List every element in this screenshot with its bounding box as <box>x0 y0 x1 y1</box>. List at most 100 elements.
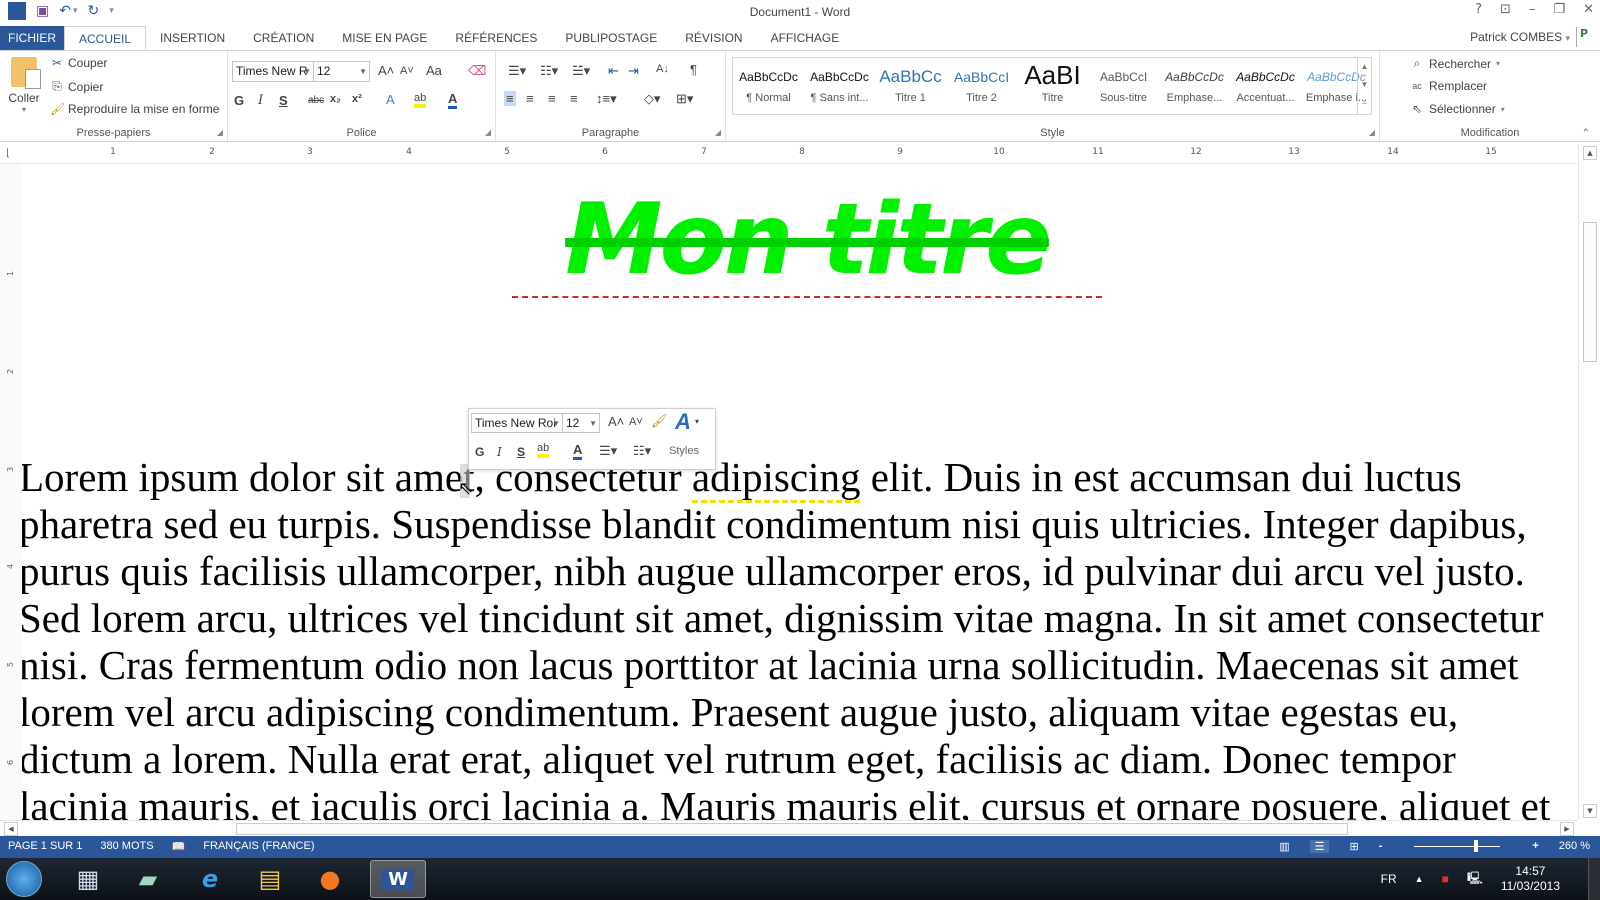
proofing-icon[interactable]: 📖 <box>172 840 186 853</box>
borders-icon[interactable]: ⊞▾ <box>676 91 693 107</box>
tab-fichier[interactable]: FICHIER <box>0 26 64 50</box>
mini-font-color-button[interactable]: A <box>573 442 583 460</box>
power-icon[interactable]: ■ <box>1442 872 1449 886</box>
mini-underline-button[interactable]: S <box>517 445 525 459</box>
scroll-left-icon[interactable]: ◀ <box>4 822 18 836</box>
document-heading[interactable]: Mon titre <box>512 184 1102 298</box>
taskbar-notepad-icon[interactable]: ▰ <box>120 860 176 898</box>
restore-icon[interactable]: ❐ <box>1553 2 1565 17</box>
format-painter-button[interactable]: 🖌 Reproduire la mise en forme <box>50 102 219 116</box>
scroll-down-icon[interactable]: ▼ <box>1583 804 1597 818</box>
mini-bullets-icon[interactable]: ☰▾ <box>599 443 617 459</box>
decrease-indent-icon[interactable]: ⇤ <box>608 63 619 79</box>
text-effects-button[interactable]: A <box>386 92 395 107</box>
tab-selector[interactable]: ⌊ <box>6 148 10 159</box>
mini-italic-button[interactable]: I <box>497 445 502 459</box>
dialog-launcher-icon[interactable]: ◢ <box>217 128 223 137</box>
style-title[interactable]: AaBI Titre <box>1017 58 1088 114</box>
web-layout-icon[interactable]: ⊞ <box>1349 840 1358 853</box>
style-subtle-emphasis[interactable]: AaBbCcDc Emphase... <box>1159 58 1230 114</box>
taskbar-firefox-icon[interactable]: ● <box>302 860 358 898</box>
mini-styles-label[interactable]: Styles <box>669 445 699 457</box>
network-icon[interactable]: 🖳 <box>1467 869 1483 890</box>
numbering-icon[interactable]: ☷▾ <box>540 63 558 79</box>
superscript-button[interactable]: x² <box>352 93 362 105</box>
bullets-icon[interactable]: ☰▾ <box>508 63 526 79</box>
align-center-icon[interactable]: ≡ <box>526 91 534 106</box>
align-right-icon[interactable]: ≡ <box>548 91 556 106</box>
font-color-button[interactable]: A <box>448 91 458 109</box>
increase-indent-icon[interactable]: ⇥ <box>628 63 639 79</box>
cut-button[interactable]: ✂ Couper <box>50 56 107 70</box>
expand-gallery-icon[interactable]: ⩡ <box>1358 94 1371 112</box>
mini-grow-font-button[interactable]: A˄ <box>608 414 624 429</box>
subscript-button[interactable]: x₂ <box>330 93 341 105</box>
zoom-knob[interactable] <box>1474 840 1479 852</box>
taskbar-word-icon[interactable]: W <box>370 860 426 898</box>
word-count[interactable]: 380 MOTS <box>100 840 153 853</box>
tab-accueil[interactable]: ACCUEIL <box>64 26 147 50</box>
clock[interactable]: 14:57 11/03/2013 <box>1501 864 1560 894</box>
spelling-flagged-word[interactable]: adipiscing <box>691 454 861 503</box>
close-icon[interactable]: ✕ <box>1583 2 1594 17</box>
mini-font-name-combo[interactable]: Times New Roi ▼ <box>471 413 563 433</box>
minimize-icon[interactable]: – <box>1529 2 1536 17</box>
multilevel-list-icon[interactable]: ☱▾ <box>572 63 590 79</box>
vertical-ruler[interactable]: 1 2 3 4 5 6 <box>0 164 22 820</box>
tab-revision[interactable]: RÉVISION <box>671 26 756 50</box>
start-button[interactable] <box>6 861 42 897</box>
paste-button[interactable]: Coller ▾ <box>6 57 42 114</box>
scroll-up-icon[interactable]: ▲ <box>1358 58 1371 76</box>
dialog-launcher-icon[interactable]: ◢ <box>485 128 491 137</box>
tab-creation[interactable]: CRÉATION <box>239 26 328 50</box>
scroll-thumb[interactable] <box>236 823 1348 835</box>
style-subtitle[interactable]: AaBbCcI Sous-titre <box>1088 58 1159 114</box>
select-button[interactable]: ⇖ Sélectionner ▾ <box>1410 102 1505 116</box>
input-language[interactable]: FR <box>1381 872 1397 886</box>
scroll-right-icon[interactable]: ▶ <box>1560 822 1574 836</box>
font-size-combo[interactable]: 12 ▼ <box>313 61 370 82</box>
mini-format-painter-icon[interactable]: 🖌 <box>651 413 668 429</box>
taskbar-file-explorer-icon[interactable]: ▤ <box>242 860 298 898</box>
bold-button[interactable]: G <box>234 93 244 108</box>
pilcrow-icon[interactable]: ¶ <box>690 62 697 77</box>
scroll-down-icon[interactable]: ▼ <box>1358 76 1371 94</box>
vertical-scrollbar[interactable]: ▲ ▼ <box>1578 144 1600 820</box>
mini-numbering-icon[interactable]: ☷▾ <box>633 443 651 459</box>
zoom-level[interactable]: 260 % <box>1559 840 1590 852</box>
collapse-ribbon-icon[interactable]: ⌃ <box>1582 128 1590 139</box>
page-indicator[interactable]: PAGE 1 SUR 1 <box>8 840 82 853</box>
copy-button[interactable]: ⎘ Copier <box>50 79 103 94</box>
zoom-slider[interactable] <box>1402 838 1512 854</box>
highlight-button[interactable]: ab <box>414 92 427 108</box>
taskbar-calculator-icon[interactable]: ▦ <box>60 860 116 898</box>
italic-button[interactable]: I <box>258 93 263 108</box>
justify-icon[interactable]: ≡ <box>570 91 578 106</box>
line-spacing-icon[interactable]: ↕≡▾ <box>596 91 617 107</box>
shading-icon[interactable]: ◇▾ <box>644 91 661 107</box>
zoom-out-button[interactable]: - <box>1379 840 1383 852</box>
tab-mise-en-page[interactable]: MISE EN PAGE <box>328 26 441 50</box>
chevron-down-icon[interactable]: ▾ <box>695 417 699 426</box>
tab-insertion[interactable]: INSERTION <box>146 26 239 50</box>
mini-styles-icon[interactable]: A <box>675 409 691 435</box>
horizontal-scrollbar[interactable]: ◀ ▶ <box>0 820 1578 836</box>
ribbon-display-options-icon[interactable]: ⊡ <box>1500 2 1511 17</box>
dialog-launcher-icon[interactable]: ◢ <box>1369 128 1375 137</box>
mini-font-size-combo[interactable]: 12 ▼ <box>562 413 600 433</box>
show-hidden-icons[interactable]: ▲ <box>1415 874 1424 884</box>
grow-font-button[interactable]: A˄ <box>378 63 394 78</box>
style-heading-1[interactable]: AaBbCc Titre 1 <box>875 58 946 114</box>
mini-shrink-font-button[interactable]: A˅ <box>629 416 643 428</box>
user-account[interactable]: Patrick COMBES ▾ <box>1470 30 1570 44</box>
tab-references[interactable]: RÉFÉRENCES <box>441 26 551 50</box>
taskbar-internet-explorer-icon[interactable]: e <box>182 860 238 898</box>
help-icon[interactable]: ? <box>1475 2 1482 17</box>
align-left-icon[interactable]: ≡ <box>504 91 516 106</box>
clear-formatting-icon[interactable]: ⌫ <box>468 63 486 79</box>
underline-button[interactable]: S <box>279 93 288 108</box>
dialog-launcher-icon[interactable]: ◢ <box>715 128 721 137</box>
read-mode-icon[interactable]: ▥ <box>1279 840 1289 853</box>
sort-icon[interactable]: A↓ <box>656 63 669 75</box>
replace-button[interactable]: ac Remplacer <box>1410 79 1487 93</box>
